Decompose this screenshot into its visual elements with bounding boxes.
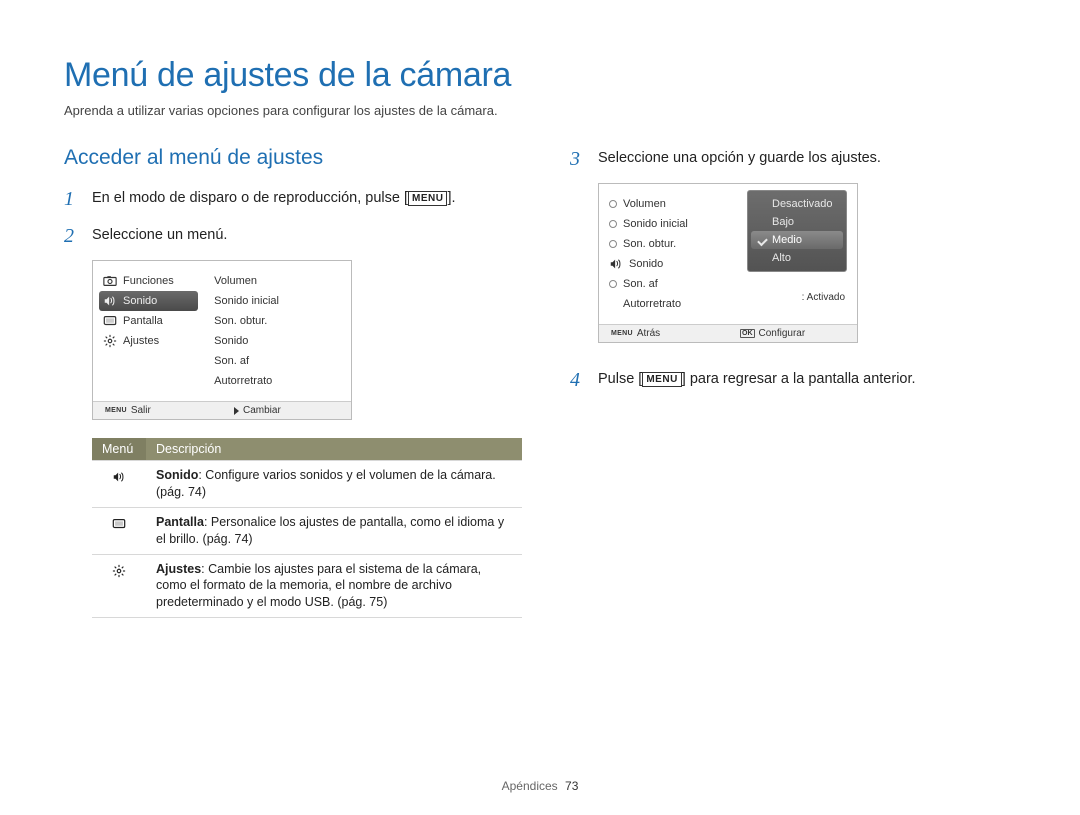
lcd1-submenu-item: Son. obtur. [214, 311, 351, 331]
row-text: : Configure varios sonidos y el volumen … [156, 468, 496, 499]
ok-glyph-icon: OK [740, 329, 755, 338]
display-icon [103, 314, 117, 328]
volume-option: Alto [748, 249, 846, 267]
lcd1-submenu-item: Sonido inicial [214, 291, 351, 311]
lcd1-menu-item: Sonido [99, 291, 198, 311]
gear-icon [103, 334, 117, 348]
lcd1-item-label: Funciones [123, 275, 174, 287]
lcd1-item-label: Pantalla [123, 315, 163, 327]
bullet-icon [609, 200, 617, 208]
step-number: 4 [570, 367, 588, 394]
step-3: 3 Seleccione una opción y guarde los aju… [570, 146, 1016, 173]
sound-icon [103, 294, 117, 308]
volume-option-label: Medio [772, 234, 802, 246]
row-desc-cell: Pantalla: Personalice los ajustes de pan… [146, 507, 522, 554]
step-1-text-post: ]. [447, 190, 455, 206]
description-table: Menú Descripción Sonido: Configure vario… [92, 438, 522, 618]
volume-option-label: Alto [772, 252, 791, 264]
row-text: : Personalice los ajustes de pantalla, c… [156, 515, 504, 546]
sound-icon [609, 257, 623, 271]
volume-option: Desactivado [748, 195, 846, 213]
lcd1-item-label: Ajustes [123, 335, 159, 347]
volume-option-label: Desactivado [772, 198, 833, 210]
lcd2-row: Son. af [609, 274, 727, 294]
step-4: 4 Pulse [MENU] para regresar a la pantal… [570, 367, 1016, 394]
lcd2-row: Sonido [609, 254, 727, 274]
lcd-screenshot-1: FuncionesSonidoPantallaAjustes VolumenSo… [92, 260, 352, 420]
section-heading: Acceder al menú de ajustes [64, 146, 522, 170]
row-desc-cell: Ajustes: Cambie los ajustes para el sist… [146, 554, 522, 618]
lcd2-row-label: Sonido inicial [623, 218, 688, 230]
step-number: 2 [64, 223, 82, 250]
step-1: 1 En el modo de disparo o de reproducció… [64, 186, 522, 213]
lcd2-row-label: Volumen [623, 198, 666, 210]
lcd1-menu-item: Ajustes [103, 331, 202, 351]
lcd2-row-label: Autorretrato [623, 298, 681, 310]
menu-glyph-icon: MENU [611, 330, 633, 337]
bullet-icon [609, 240, 617, 248]
row-icon-cell [92, 554, 146, 618]
volume-option: Bajo [748, 213, 846, 231]
menu-button-icon: MENU [642, 372, 681, 387]
lcd1-submenu-item: Autorretrato [214, 371, 351, 391]
step-number: 1 [64, 186, 82, 213]
lcd2-row: Son. obtur. [609, 234, 727, 254]
row-title: Ajustes [156, 562, 201, 576]
table-head-menu: Menú [92, 438, 146, 461]
table-row: Pantalla: Personalice los ajustes de pan… [92, 507, 522, 554]
page-subtitle: Aprenda a utilizar varias opciones para … [64, 103, 1016, 118]
menu-button-icon: MENU [408, 191, 447, 206]
step-4-text-post: ] para regresar a la pantalla anterior. [682, 371, 916, 387]
step-number: 3 [570, 146, 588, 173]
lcd2-foot-right: Configurar [759, 328, 806, 339]
gear-icon [109, 561, 129, 581]
volume-popup: Desactivado Bajo Medio Alto [747, 190, 847, 272]
menu-glyph-icon: MENU [105, 407, 127, 414]
lcd1-item-label: Sonido [123, 295, 157, 307]
lcd2-row: Autorretrato [609, 294, 727, 314]
lcd1-menu-item: Pantalla [103, 311, 202, 331]
bullet-icon [609, 220, 617, 228]
row-icon-cell [92, 507, 146, 554]
camera-icon [103, 274, 117, 288]
footer-page-number: 73 [565, 779, 578, 793]
page-title: Menú de ajustes de la cámara [64, 56, 1016, 95]
lcd1-submenu-item: Sonido [214, 331, 351, 351]
table-row: Sonido: Configure varios sonidos y el vo… [92, 461, 522, 508]
step-1-text-pre: En el modo de disparo o de reproducción,… [92, 190, 408, 206]
table-head-desc: Descripción [146, 438, 522, 461]
step-2-text: Seleccione un menú. [92, 223, 522, 250]
check-icon [758, 236, 767, 245]
lcd-screenshot-2: Volumen Sonido inicial Son. obtur. Sonido So… [598, 183, 858, 343]
lcd1-foot-right: Cambiar [243, 405, 281, 416]
lcd2-row: Sonido inicial [609, 214, 727, 234]
lcd2-autor-value: : Activado [802, 292, 845, 303]
lcd2-row-label: Son. obtur. [623, 238, 676, 250]
lcd2-foot-left: Atrás [637, 328, 660, 339]
lcd1-submenu-item: Volumen [214, 271, 351, 291]
lcd1-submenu-item: Son. af [214, 351, 351, 371]
sound-icon [109, 467, 129, 487]
volume-option: Medio [751, 231, 843, 249]
lcd2-row-label: Sonido [629, 258, 663, 270]
row-text: : Cambie los ajustes para el sistema de … [156, 562, 481, 610]
footer-section: Apéndices [502, 779, 558, 793]
volume-option-label: Bajo [772, 216, 794, 228]
lcd2-row-label: Son. af [623, 278, 658, 290]
page-footer: Apéndices 73 [0, 779, 1080, 793]
row-title: Sonido [156, 468, 198, 482]
display-icon [109, 514, 129, 534]
lcd1-foot-left: Salir [131, 405, 151, 416]
step-3-text: Seleccione una opción y guarde los ajust… [598, 146, 1016, 173]
row-desc-cell: Sonido: Configure varios sonidos y el vo… [146, 461, 522, 508]
step-4-text-pre: Pulse [ [598, 371, 642, 387]
step-2: 2 Seleccione un menú. [64, 223, 522, 250]
lcd1-menu-item: Funciones [103, 271, 202, 291]
bullet-icon [609, 280, 617, 288]
row-title: Pantalla [156, 515, 204, 529]
table-row: Ajustes: Cambie los ajustes para el sist… [92, 554, 522, 618]
triangle-right-icon [234, 407, 239, 415]
row-icon-cell [92, 461, 146, 508]
lcd2-row: Volumen [609, 194, 727, 214]
